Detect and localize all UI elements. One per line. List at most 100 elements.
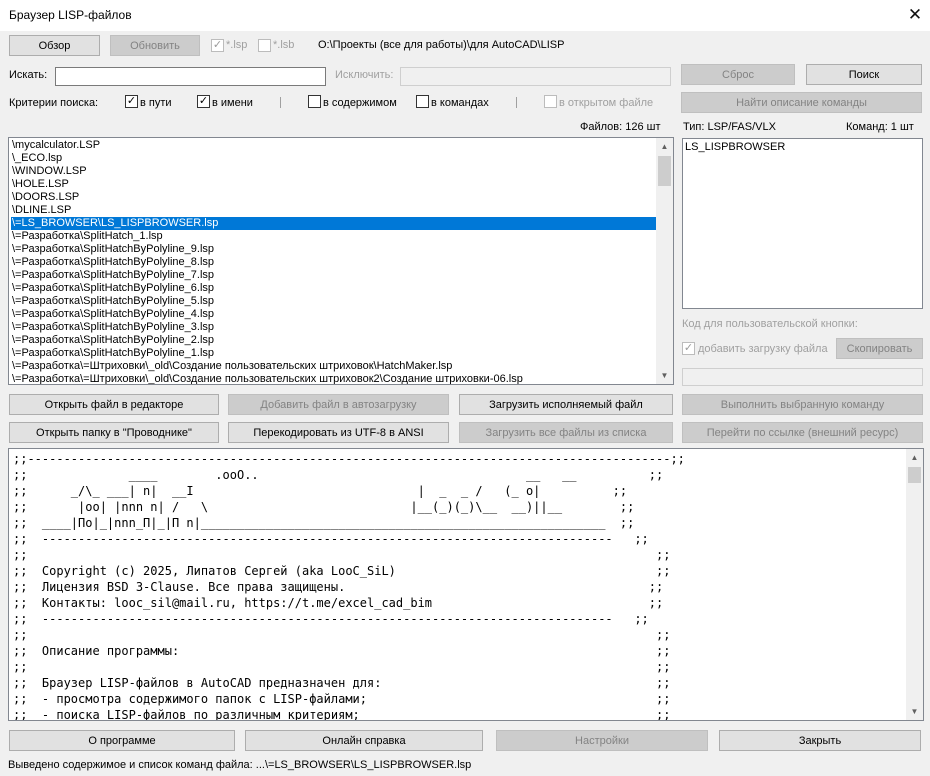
file-list-item[interactable]: \=Разработка\SplitHatchByPolyline_6.lsp: [11, 282, 656, 295]
refresh-button[interactable]: Обновить: [110, 35, 200, 56]
load-executable-button[interactable]: Загрузить исполняемый файл: [459, 394, 673, 415]
add-file-load-checkbox[interactable]: ✓: [682, 342, 695, 355]
code-line: ;; ;;: [13, 660, 671, 674]
in-path-checkbox[interactable]: ✓: [125, 95, 138, 108]
file-list-item[interactable]: \=Разработка\SplitHatch_1.lsp: [11, 230, 656, 243]
file-list-item[interactable]: \=Разработка\=Штриховки\_old\Создание по…: [11, 360, 656, 373]
code-line: ;; ____ .ooO.. __ __ ;;: [13, 468, 664, 482]
file-list[interactable]: \mycalculator.LSP \_ECO.lsp \WINDOW.LSP \HO…: [8, 137, 674, 385]
search-button[interactable]: Поиск: [806, 64, 922, 85]
file-list-item[interactable]: \=Разработка\SplitHatchByPolyline_3.lsp: [11, 321, 656, 334]
command-list-item[interactable]: LS_LISPBROWSER: [685, 141, 920, 154]
files-count: Файлов: 126 шт: [580, 121, 661, 133]
run-selected-command-button[interactable]: Выполнить выбранную команду: [682, 394, 923, 415]
file-type-label: Тип: LSP/FAS/VLX: [683, 121, 776, 133]
commands-count: Команд: 1 шт: [846, 121, 914, 133]
scroll-down-icon[interactable]: ▼: [906, 703, 923, 720]
file-list-item[interactable]: \=Разработка\SplitHatchByPolyline_1.lsp: [11, 347, 656, 360]
custom-button-code-label: Код для пользовательской кнопки:: [682, 318, 858, 330]
file-list-item[interactable]: \_ECO.lsp: [11, 152, 656, 165]
lsp-checkbox[interactable]: ✓: [211, 39, 224, 52]
code-line: ;; ;;: [13, 628, 671, 642]
lsb-checkbox[interactable]: [258, 39, 271, 52]
in-content-checkbox[interactable]: [308, 95, 321, 108]
code-line: ;; ____|По|_|nnn_П|_|П n|_______________…: [13, 516, 635, 530]
file-list-item[interactable]: \=Разработка\SplitHatchByPolyline_8.lsp: [11, 256, 656, 269]
scroll-up-icon[interactable]: ▲: [906, 449, 923, 466]
button-code-field[interactable]: [682, 368, 923, 386]
recode-utf8-button[interactable]: Перекодировать из UTF-8 в ANSI: [228, 422, 449, 443]
criteria-separator: [280, 97, 281, 108]
scroll-thumb[interactable]: [658, 156, 671, 186]
code-content: ;;--------------------------------------…: [13, 451, 903, 721]
exclude-input[interactable]: [400, 67, 671, 86]
online-help-button[interactable]: Онлайн справка: [245, 730, 483, 751]
code-line: ;; Контакты: looc_sil@mail.ru, https://t…: [13, 596, 664, 610]
open-in-editor-button[interactable]: Открыть файл в редакторе: [9, 394, 219, 415]
code-viewer-scrollbar[interactable]: ▲ ▼: [906, 449, 923, 720]
search-input[interactable]: [55, 67, 326, 86]
search-criteria-label: Критерии поиска:: [9, 97, 99, 109]
scroll-thumb[interactable]: [908, 467, 921, 483]
add-to-autoload-button[interactable]: Добавить файл в автозагрузку: [228, 394, 449, 415]
file-list-item[interactable]: \DLINE.LSP: [11, 204, 656, 217]
settings-button[interactable]: Настройки: [496, 730, 708, 751]
commands-list-items: LS_LISPBROWSER: [685, 141, 920, 154]
lsb-label: *.lsb: [273, 39, 295, 51]
current-path: O:\Проекты (все для работы)\для AutoCAD\…: [318, 39, 565, 51]
add-file-load-label: добавить загрузку файла: [698, 343, 828, 355]
browse-button[interactable]: Обзор: [9, 35, 100, 56]
in-open-file-checkbox[interactable]: [544, 95, 557, 108]
code-line: ;; -------------------------------------…: [13, 612, 649, 626]
find-command-description-button[interactable]: Найти описание команды: [681, 92, 922, 113]
code-line: ;; Лицензия BSD 3-Clause. Все права защи…: [13, 580, 664, 594]
status-text: Выведено содержимое и список команд файл…: [8, 759, 472, 771]
file-list-item[interactable]: \=LS_BROWSER\LS_LISPBROWSER.lsp: [11, 217, 656, 230]
code-viewer[interactable]: ;;--------------------------------------…: [8, 448, 924, 721]
file-list-item[interactable]: \DOORS.LSP: [11, 191, 656, 204]
title-bar: [0, 0, 930, 31]
close-icon[interactable]: ✕: [903, 3, 927, 27]
file-list-item[interactable]: \HOLE.LSP: [11, 178, 656, 191]
window-title: Браузер LISP-файлов: [9, 8, 132, 22]
file-list-item[interactable]: \=Разработка\SplitHatchByPolyline_9.lsp: [11, 243, 656, 256]
copy-button[interactable]: Скопировать: [836, 338, 923, 359]
about-button[interactable]: О программе: [9, 730, 235, 751]
file-list-item[interactable]: \=Разработка\SplitHatchByPolyline_7.lsp: [11, 269, 656, 282]
code-line: ;; Браузер LISP-файлов в AutoCAD предназ…: [13, 676, 671, 690]
file-list-item[interactable]: \=Разработка\SplitHatchByPolyline_4.lsp: [11, 308, 656, 321]
in-commands-label: в командах: [431, 97, 489, 109]
file-list-item[interactable]: \=Разработка\=Штриховки\_old\Создание по…: [11, 373, 656, 384]
code-line: ;; - просмотра содержимого папок с LISP-…: [13, 692, 671, 706]
code-line: ;; Copyright (c) 2025, Липатов Сергей (a…: [13, 564, 671, 578]
open-folder-explorer-button[interactable]: Открыть папку в "Проводнике": [9, 422, 219, 443]
file-list-item[interactable]: \mycalculator.LSP: [11, 139, 656, 152]
code-line: ;; _/\_ ___| n| __I | _ _ / (_ o| ;;: [13, 484, 628, 498]
criteria-separator: [516, 97, 517, 108]
file-list-scrollbar[interactable]: ▲ ▼: [656, 138, 673, 384]
file-list-item[interactable]: \=Разработка\SplitHatchByPolyline_5.lsp: [11, 295, 656, 308]
code-line: ;; ;;: [13, 548, 671, 562]
in-name-checkbox[interactable]: ✓: [197, 95, 210, 108]
load-all-files-button[interactable]: Загрузить все файлы из списка: [459, 422, 673, 443]
lsp-label: *.lsp: [226, 39, 248, 51]
scroll-down-icon[interactable]: ▼: [656, 367, 673, 384]
commands-list[interactable]: LS_LISPBROWSER: [682, 138, 923, 309]
in-content-label: в содержимом: [323, 97, 397, 109]
code-line: ;; - поиска LISP-файлов по различным кри…: [13, 708, 671, 721]
code-line: ;;--------------------------------------…: [13, 452, 685, 466]
in-name-label: в имени: [212, 97, 253, 109]
close-button[interactable]: Закрыть: [719, 730, 921, 751]
reset-button[interactable]: Сброс: [681, 64, 795, 85]
in-open-file-label: в открытом файле: [559, 97, 654, 109]
file-list-item[interactable]: \=Разработка\SplitHatchByPolyline_2.lsp: [11, 334, 656, 347]
search-label: Искать:: [9, 69, 48, 81]
in-commands-checkbox[interactable]: [416, 95, 429, 108]
in-path-label: в пути: [140, 97, 172, 109]
go-to-link-button[interactable]: Перейти по ссылке (внешний ресурс): [682, 422, 923, 443]
scroll-up-icon[interactable]: ▲: [656, 138, 673, 155]
file-list-item[interactable]: \WINDOW.LSP: [11, 165, 656, 178]
code-line: ;; Описание программы: ;;: [13, 644, 671, 658]
exclude-label: Исключить:: [335, 69, 394, 81]
file-list-items: \mycalculator.LSP \_ECO.lsp \WINDOW.LSP \HO…: [11, 139, 656, 384]
